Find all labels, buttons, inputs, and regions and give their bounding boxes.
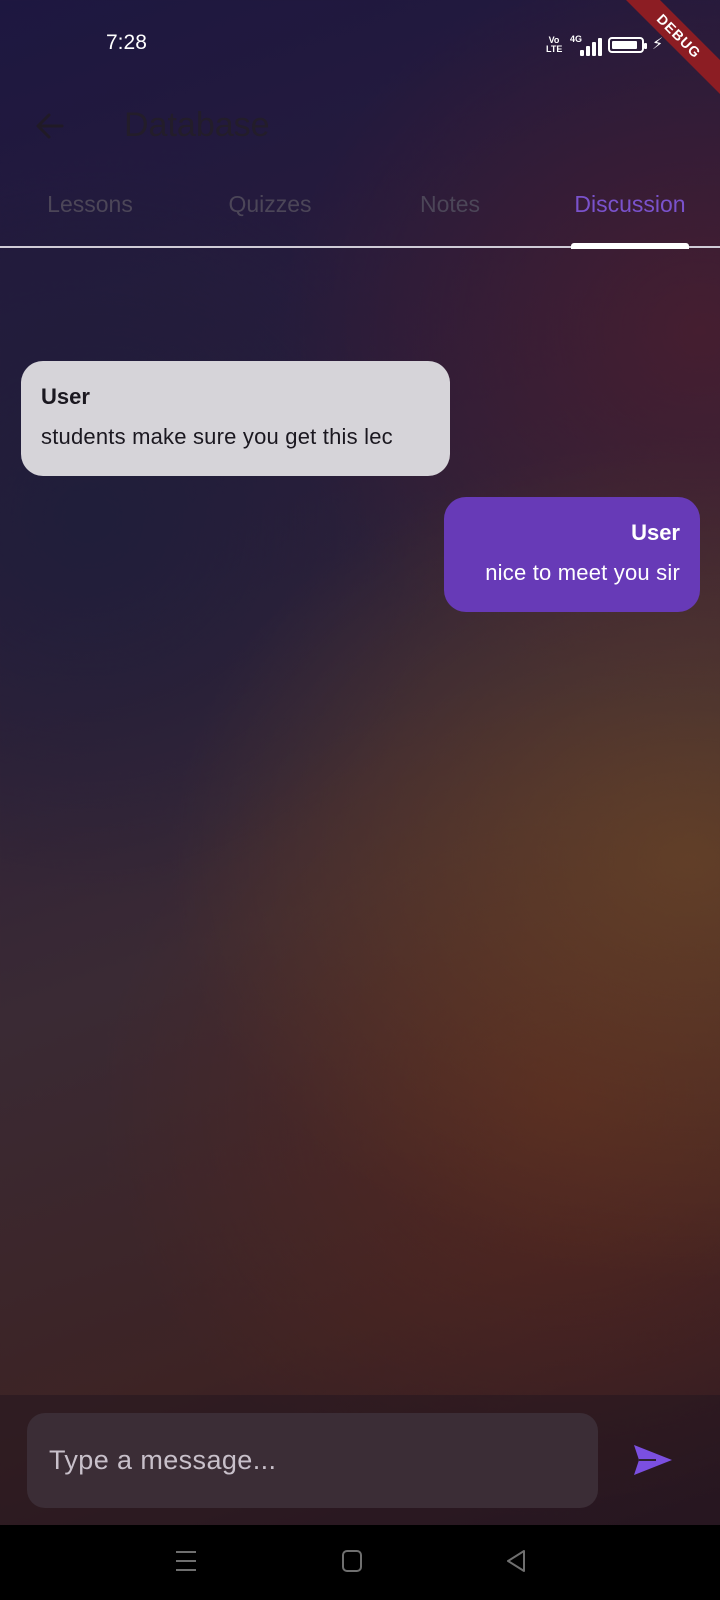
message-text: nice to meet you sir xyxy=(485,560,680,585)
tab-indicator xyxy=(571,243,689,249)
signal-4g-icon: 4G xyxy=(570,34,602,56)
tab-lessons[interactable]: Lessons xyxy=(0,180,180,246)
nav-home-button[interactable] xyxy=(334,1543,370,1579)
status-icons: Vo LTE 4G ⚡ xyxy=(546,34,663,56)
tab-notes[interactable]: Notes xyxy=(360,180,540,246)
battery-icon xyxy=(608,37,647,53)
nav-back-button[interactable] xyxy=(498,1543,534,1579)
composer xyxy=(0,1395,720,1525)
back-triangle-icon xyxy=(507,1550,525,1572)
message-text: students make sure you get this lec xyxy=(41,424,393,449)
message-sender: User xyxy=(41,384,90,409)
app-bar: Database xyxy=(0,90,720,180)
send-button[interactable] xyxy=(626,1433,680,1487)
arrow-left-icon xyxy=(36,113,64,139)
tab-quizzes[interactable]: Quizzes xyxy=(180,180,360,246)
page-title: Database xyxy=(124,106,270,144)
system-nav-bar xyxy=(0,1525,720,1600)
tab-bar: Lessons Quizzes Notes Discussion xyxy=(0,180,720,249)
home-square-icon xyxy=(342,1550,362,1572)
status-bar: 7:28 Vo LTE 4G ⚡ xyxy=(0,0,720,90)
network-label: 4G xyxy=(570,34,583,44)
menu-icon xyxy=(176,1551,196,1571)
tab-discussion[interactable]: Discussion xyxy=(540,180,720,246)
message-bubble-outgoing: User nice to meet you sir xyxy=(444,497,700,612)
back-button[interactable] xyxy=(30,106,70,146)
message-input[interactable] xyxy=(27,1413,598,1508)
send-icon xyxy=(634,1445,672,1475)
charging-bolt-icon: ⚡ xyxy=(652,36,664,53)
volte-icon: Vo LTE xyxy=(546,35,563,54)
message-bubble-incoming: User students make sure you get this lec xyxy=(21,361,450,476)
status-time: 7:28 xyxy=(106,31,147,54)
nav-menu-button[interactable] xyxy=(168,1543,204,1579)
message-sender: User xyxy=(631,520,680,545)
